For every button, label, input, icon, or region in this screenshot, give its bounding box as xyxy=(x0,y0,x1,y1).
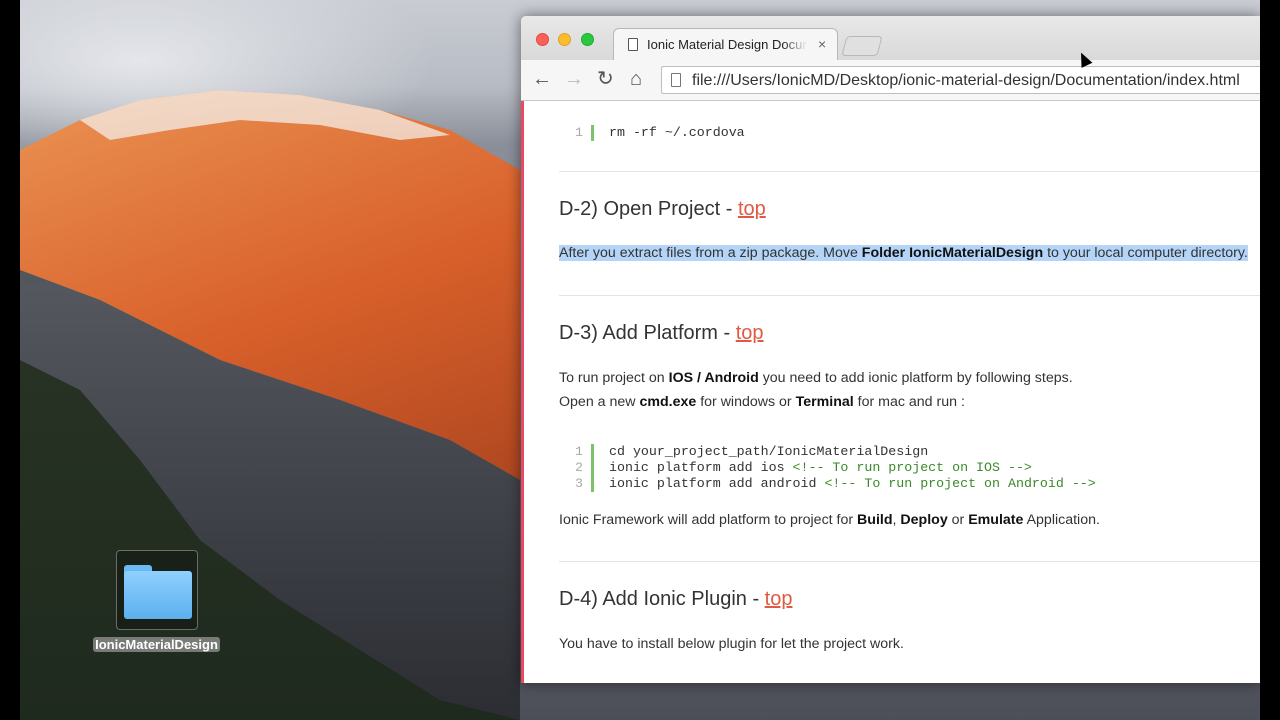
address-bar[interactable]: file:///Users/IonicMD/Desktop/ionic-mate… xyxy=(661,66,1260,94)
section-paragraph: To run project on IOS / Android you need… xyxy=(559,370,1073,386)
back-arrow-icon[interactable]: ← xyxy=(532,68,552,90)
zoom-window-button[interactable] xyxy=(581,33,594,46)
section-paragraph: You have to install below plugin for let… xyxy=(559,636,904,652)
top-link[interactable]: top xyxy=(738,198,766,220)
title-bar: Ionic Material Design Documentation × xyxy=(521,16,1260,61)
divider xyxy=(559,295,1260,296)
page-icon xyxy=(671,73,681,87)
content-accent-bar xyxy=(521,101,524,683)
section-paragraph: Open a new cmd.exe for windows or Termin… xyxy=(559,394,965,410)
close-window-button[interactable] xyxy=(536,33,549,46)
new-tab-button[interactable] xyxy=(841,36,883,56)
reload-icon[interactable]: ↻ xyxy=(597,68,614,90)
divider xyxy=(559,171,1260,172)
desktop-folder-label[interactable]: IonicMaterialDesign xyxy=(88,636,225,654)
page-icon xyxy=(628,38,638,51)
browser-toolbar: ← → ↻ ⌂ file:///Users/IonicMD/Desktop/io… xyxy=(521,60,1260,101)
top-link[interactable]: top xyxy=(765,588,793,610)
minimize-window-button[interactable] xyxy=(558,33,571,46)
forward-arrow-icon[interactable]: → xyxy=(564,68,584,90)
home-icon[interactable]: ⌂ xyxy=(630,68,642,90)
tab-close-icon[interactable]: × xyxy=(818,36,826,52)
browser-window: Ionic Material Design Documentation × ← … xyxy=(521,16,1260,683)
section-paragraph: After you extract files from a zip packa… xyxy=(559,241,1248,265)
tab-title: Ionic Material Design Documentation xyxy=(647,37,807,52)
desktop-folder-icon[interactable] xyxy=(116,550,198,630)
section-paragraph: Ionic Framework will add platform to pro… xyxy=(559,512,1100,528)
selected-text[interactable]: After you extract files from a zip packa… xyxy=(559,245,1248,261)
section-heading-d2: D-2) Open Project - top xyxy=(559,198,766,220)
divider xyxy=(559,561,1260,562)
section-heading-d4: D-4) Add Ionic Plugin - top xyxy=(559,588,793,610)
section-heading-d3: D-3) Add Platform - top xyxy=(559,322,764,344)
page-content[interactable]: 1 rm -rf ~/.cordova D-2) Open Project - … xyxy=(521,101,1260,683)
browser-tab[interactable]: Ionic Material Design Documentation × xyxy=(613,28,838,61)
top-link[interactable]: top xyxy=(736,322,764,344)
address-url[interactable]: file:///Users/IonicMD/Desktop/ionic-mate… xyxy=(692,72,1240,90)
